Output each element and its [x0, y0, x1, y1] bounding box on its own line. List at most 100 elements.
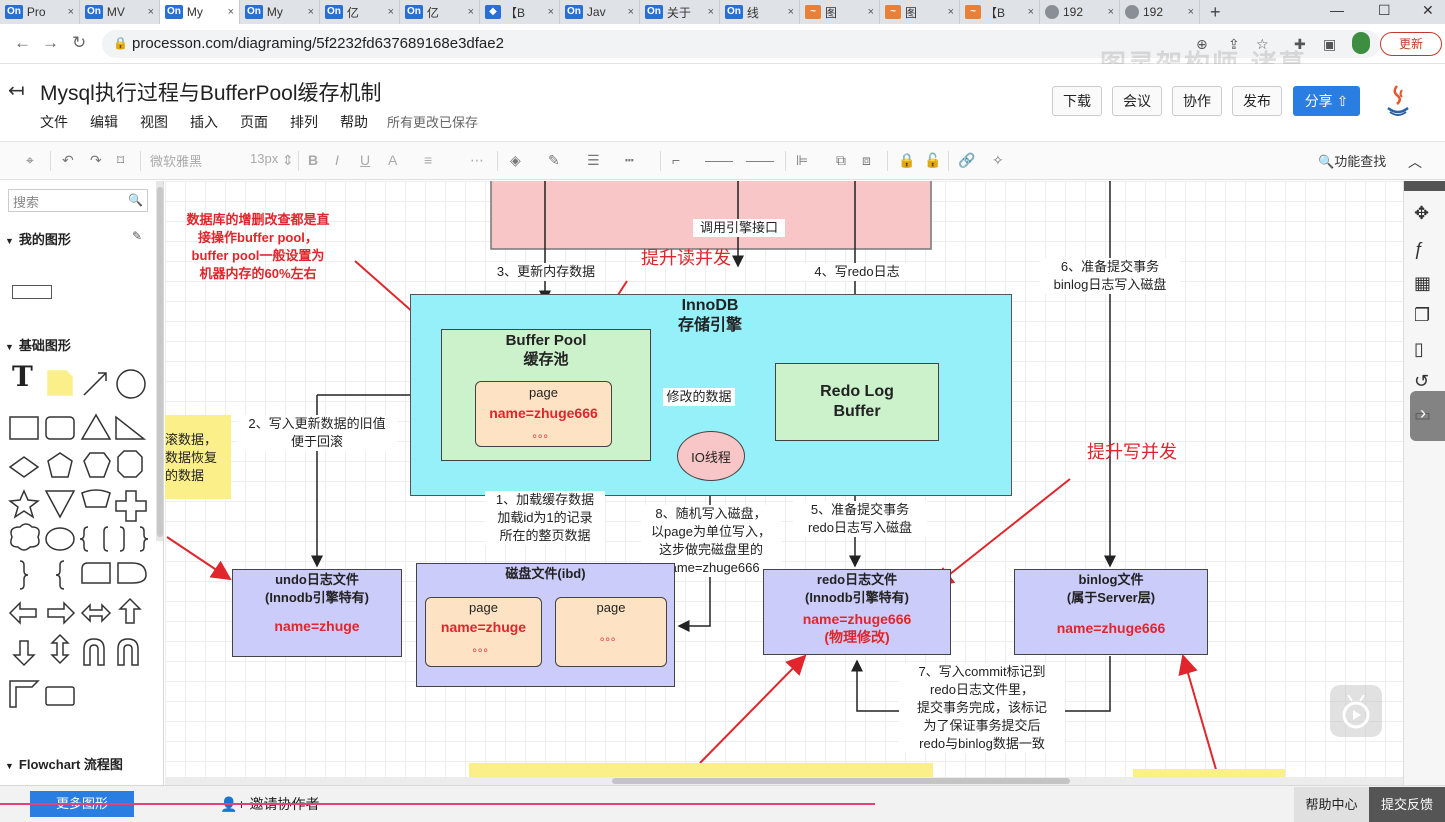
- connector-type-icon[interactable]: ⌐: [672, 152, 680, 168]
- line-end-icon[interactable]: ——: [746, 152, 774, 168]
- magic-wand-icon[interactable]: ✧: [992, 152, 1004, 169]
- bottom-sticky-note-1[interactable]: [469, 763, 933, 777]
- navigate-icon[interactable]: ✥: [1414, 203, 1429, 224]
- browser-tab[interactable]: ◆ 【B ×: [480, 0, 560, 24]
- formula-icon[interactable]: ƒ: [1414, 239, 1424, 260]
- font-family-select[interactable]: 微软雅黑: [150, 151, 202, 170]
- edit-icon[interactable]: ✎: [132, 229, 142, 243]
- history-icon[interactable]: ↺: [1414, 371, 1429, 392]
- browser-tab[interactable]: 192 ×: [1040, 0, 1120, 24]
- tab-close-icon[interactable]: ×: [1108, 6, 1114, 18]
- menu-view[interactable]: 视图: [140, 112, 168, 132]
- collaborate-button[interactable]: 协作: [1172, 86, 1222, 116]
- publish-button[interactable]: 发布: [1232, 86, 1282, 116]
- menu-file[interactable]: 文件: [40, 112, 68, 132]
- video-progress-line[interactable]: [0, 803, 875, 805]
- browser-tab[interactable]: ~ 图 ×: [880, 0, 960, 24]
- menu-page[interactable]: 页面: [240, 112, 268, 132]
- update-button[interactable]: 更新: [1380, 32, 1442, 56]
- font-color-icon[interactable]: A: [388, 152, 397, 168]
- browser-tab[interactable]: On My ×: [160, 0, 240, 24]
- align-icon[interactable]: ≡: [424, 152, 432, 168]
- tab-close-icon[interactable]: ×: [788, 6, 794, 18]
- send-back-icon[interactable]: ⧈: [862, 152, 871, 169]
- diagram-canvas[interactable]: InnoDB 存储引擎 Buffer Pool 缓存池 page name=zh…: [165, 181, 1403, 777]
- collapse-toolbar-icon[interactable]: ︿: [1408, 152, 1422, 172]
- line-width-icon[interactable]: ☰: [587, 152, 600, 169]
- browser-tab[interactable]: On 线 ×: [720, 0, 800, 24]
- document-title[interactable]: Mysql执行过程与BufferPool缓存机制: [40, 77, 382, 107]
- underline-icon[interactable]: U: [360, 152, 370, 168]
- calendar-icon[interactable]: ▦: [1414, 273, 1431, 294]
- sidebar-panel-icon[interactable]: ▣: [1323, 36, 1336, 53]
- section-basic-shapes[interactable]: ▼ 基础图形: [5, 335, 71, 354]
- tab-close-icon[interactable]: ×: [228, 6, 234, 18]
- sidebar-scrollbar[interactable]: [156, 181, 163, 541]
- section-flowchart[interactable]: ▼ Flowchart 流程图: [5, 754, 123, 773]
- tab-close-icon[interactable]: ×: [388, 6, 394, 18]
- font-size-select[interactable]: 13px: [250, 151, 278, 166]
- bottom-sticky-note-2[interactable]: [1133, 769, 1285, 777]
- browser-tab[interactable]: ~ 图 ×: [800, 0, 880, 24]
- my-shape-rectangle[interactable]: [12, 285, 52, 299]
- close-window-icon[interactable]: ✕: [1422, 2, 1434, 19]
- feedback-button[interactable]: 提交反馈: [1369, 787, 1445, 822]
- line-color-icon[interactable]: ✎: [548, 152, 560, 169]
- share-button[interactable]: 分享 ⇧: [1293, 86, 1360, 116]
- pages-icon[interactable]: ❐: [1414, 305, 1430, 326]
- tab-close-icon[interactable]: ×: [1188, 6, 1194, 18]
- panel-handle[interactable]: [1404, 181, 1445, 191]
- io-thread-node[interactable]: IO线程: [677, 431, 745, 481]
- tab-close-icon[interactable]: ×: [628, 6, 634, 18]
- browser-tab[interactable]: On 亿 ×: [320, 0, 400, 24]
- browser-tab[interactable]: 192 ×: [1120, 0, 1200, 24]
- browser-tab[interactable]: On Jav ×: [560, 0, 640, 24]
- basic-shapes-grid[interactable]: T: [0, 361, 156, 741]
- bring-front-icon[interactable]: ⧉: [836, 152, 846, 169]
- search-icon[interactable]: 🔍: [128, 193, 143, 207]
- browser-tab[interactable]: On Pro ×: [0, 0, 80, 24]
- sidebar-scroll-thumb[interactable]: [157, 187, 163, 537]
- link-icon[interactable]: 🔗: [958, 152, 975, 169]
- browser-tab[interactable]: On MV ×: [80, 0, 160, 24]
- forward-icon[interactable]: →: [42, 33, 59, 53]
- canvas-horizontal-scrollbar[interactable]: [165, 777, 1403, 785]
- download-button[interactable]: 下载: [1052, 86, 1102, 116]
- redo-log-buffer-box[interactable]: Redo Log Buffer: [775, 363, 939, 441]
- line-dash-icon[interactable]: ┅: [625, 152, 633, 169]
- browser-tab[interactable]: ~ 【B ×: [960, 0, 1040, 24]
- redo-icon[interactable]: ↷: [90, 152, 102, 169]
- new-tab-button[interactable]: +: [1210, 2, 1221, 23]
- back-arrow-icon[interactable]: ↤: [8, 78, 25, 103]
- tab-close-icon[interactable]: ×: [68, 6, 74, 18]
- browser-tab[interactable]: On 关于 ×: [640, 0, 720, 24]
- section-my-shapes[interactable]: ▼ 我的图形: [5, 229, 71, 248]
- undo-icon[interactable]: ↶: [62, 152, 74, 169]
- format-painter-icon[interactable]: ⌑: [117, 152, 124, 169]
- tab-close-icon[interactable]: ×: [948, 6, 954, 18]
- bold-icon[interactable]: B: [308, 152, 318, 168]
- help-center-button[interactable]: 帮助中心: [1294, 787, 1369, 822]
- minimize-icon[interactable]: —: [1330, 2, 1344, 18]
- chevron-right-icon[interactable]: ›: [1420, 403, 1426, 424]
- tab-close-icon[interactable]: ×: [548, 6, 554, 18]
- align-left-icon[interactable]: ⊫: [796, 152, 808, 169]
- pointer-icon[interactable]: ⌖: [26, 152, 34, 169]
- tab-close-icon[interactable]: ×: [148, 6, 154, 18]
- text-more-icon[interactable]: ⋯: [470, 152, 484, 169]
- browser-tab[interactable]: On My ×: [240, 0, 320, 24]
- lock-shape-icon[interactable]: 🔒: [898, 152, 915, 169]
- menu-edit[interactable]: 编辑: [90, 112, 118, 132]
- meeting-button[interactable]: 会议: [1112, 86, 1162, 116]
- horizontal-scroll-thumb[interactable]: [612, 778, 1070, 784]
- menu-help[interactable]: 帮助: [340, 112, 368, 132]
- unlock-shape-icon[interactable]: 🔓: [924, 152, 941, 169]
- menu-insert[interactable]: 插入: [190, 112, 218, 132]
- back-icon[interactable]: ←: [14, 33, 31, 53]
- shape-search-input[interactable]: 搜索 🔍: [8, 189, 148, 212]
- menu-arrange[interactable]: 排列: [290, 112, 318, 132]
- collapse-panel-tab[interactable]: [1410, 391, 1445, 441]
- maximize-icon[interactable]: ☐: [1378, 2, 1391, 19]
- tab-close-icon[interactable]: ×: [1028, 6, 1034, 18]
- profile-avatar[interactable]: [1352, 32, 1370, 54]
